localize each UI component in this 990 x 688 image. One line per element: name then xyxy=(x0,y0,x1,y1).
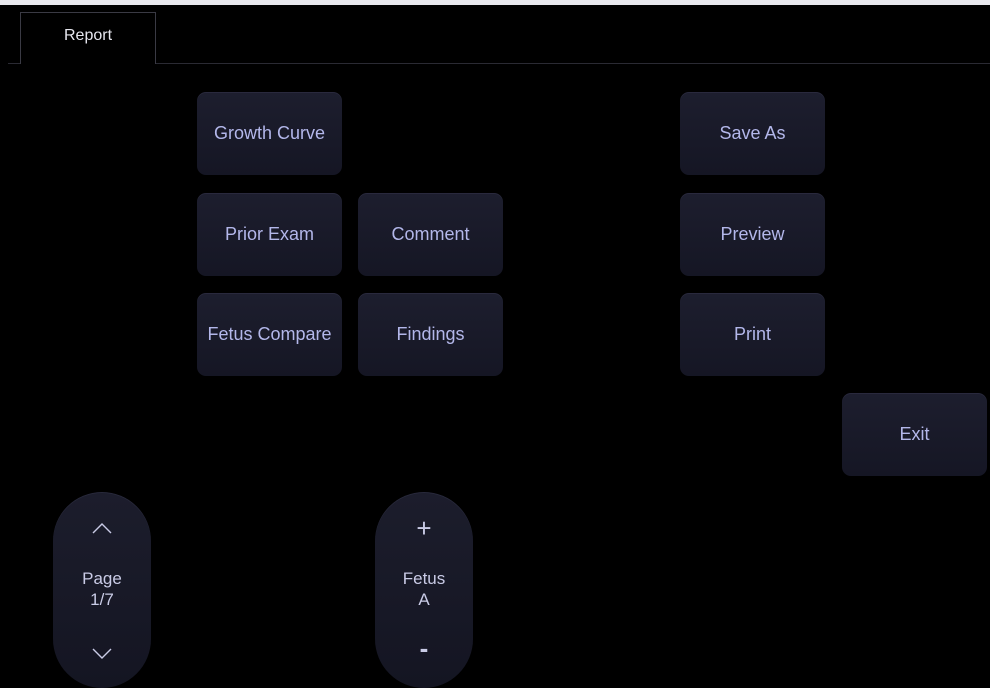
save-as-button[interactable]: Save As xyxy=(680,92,825,175)
fetus-compare-button[interactable]: Fetus Compare xyxy=(197,293,342,376)
growth-curve-button[interactable]: Growth Curve xyxy=(197,92,342,175)
save-as-label: Save As xyxy=(719,123,786,143)
growth-curve-label: Growth Curve xyxy=(213,123,326,143)
comment-label: Comment xyxy=(391,224,470,244)
print-label: Print xyxy=(733,324,771,344)
findings-label: Findings xyxy=(396,324,465,344)
print-button[interactable]: Print xyxy=(680,293,825,376)
fetus-control: + Fetus A - xyxy=(375,492,473,688)
page-control: Page 1/7 xyxy=(53,492,151,688)
page-indicator: Page 1/7 xyxy=(53,568,151,610)
report-screen: Report Growth Curve Prior Exam Fetus Com… xyxy=(0,0,990,688)
fetus-prev-button[interactable]: - xyxy=(375,626,473,670)
fetus-indicator: Fetus A xyxy=(375,568,473,610)
top-border xyxy=(0,0,990,5)
page-down-button[interactable] xyxy=(53,632,151,676)
preview-label: Preview xyxy=(720,224,785,244)
page-value: 1/7 xyxy=(90,590,114,609)
page-up-button[interactable] xyxy=(53,506,151,550)
exit-label: Exit xyxy=(899,424,930,444)
findings-button[interactable]: Findings xyxy=(358,293,503,376)
exit-button[interactable]: Exit xyxy=(842,393,987,476)
comment-button[interactable]: Comment xyxy=(358,193,503,276)
page-label: Page xyxy=(82,569,122,588)
fetus-value: A xyxy=(418,590,430,609)
fetus-label: Fetus xyxy=(402,569,446,588)
chevron-down-icon xyxy=(92,648,112,659)
fetus-compare-label: Fetus Compare xyxy=(207,324,332,344)
prior-exam-label: Prior Exam xyxy=(224,224,314,244)
tab-report[interactable]: Report xyxy=(20,12,156,64)
minus-icon: - xyxy=(419,632,429,663)
preview-button[interactable]: Preview xyxy=(680,193,825,276)
plus-icon: + xyxy=(416,512,432,543)
tab-report-label: Report xyxy=(63,27,113,44)
prior-exam-button[interactable]: Prior Exam xyxy=(197,193,342,276)
chevron-up-icon xyxy=(92,523,112,534)
fetus-next-button[interactable]: + xyxy=(375,506,473,550)
